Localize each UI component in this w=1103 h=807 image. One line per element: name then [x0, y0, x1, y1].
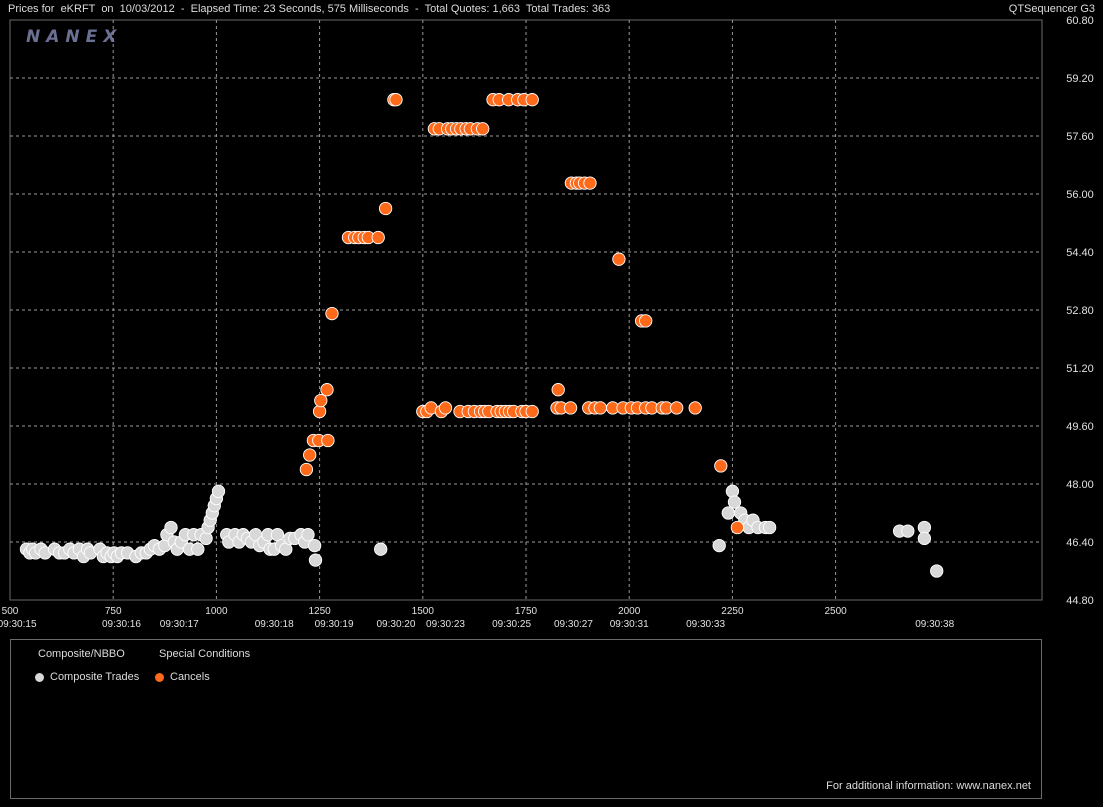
trade-point	[301, 528, 315, 542]
trade-point	[930, 564, 944, 578]
trade-point	[917, 531, 932, 546]
trade-point	[725, 484, 740, 498]
x-tick-label: 2500	[824, 606, 847, 617]
series-composite-trades	[19, 484, 944, 578]
time-label: 09:30:27	[554, 619, 593, 630]
time-label: 09:30:18	[255, 619, 294, 630]
trade-point	[721, 506, 735, 520]
trade-point	[211, 484, 226, 498]
trade-point	[307, 538, 322, 553]
x-tick-label: 2000	[618, 606, 641, 617]
cancel-point	[389, 93, 403, 107]
time-label: 09:30:23	[426, 619, 465, 630]
trade-point	[199, 531, 213, 546]
y-tick-label: 57.60	[1066, 131, 1094, 143]
cancel-point	[583, 176, 597, 190]
trade-point	[762, 520, 777, 535]
time-label: 09:30:38	[915, 619, 954, 630]
trade-point	[191, 542, 205, 556]
cancel-point	[378, 201, 393, 216]
y-tick-label: 49.60	[1066, 421, 1094, 433]
cancel-point	[299, 462, 314, 477]
cancel-point	[314, 393, 328, 408]
y-tick-label: 44.80	[1066, 595, 1094, 607]
time-label: 09:30:31	[610, 619, 649, 630]
cancel-point	[670, 401, 684, 415]
cancel-point	[321, 433, 335, 448]
trade-point	[308, 553, 323, 567]
price-chart: NANEX 60.80 59.20 57.60 56.00 54.40 52.80 51.2…	[0, 15, 1094, 630]
time-label: 09:30:19	[315, 619, 354, 630]
y-tick-label: 46.40	[1066, 537, 1094, 549]
time-label: 09:30:33	[686, 619, 725, 630]
y-tick-label: 48.00	[1066, 479, 1094, 491]
cancel-point	[714, 459, 728, 473]
legend-item-trades: Composite Trades	[35, 671, 139, 683]
x-tick-label: 1750	[515, 606, 538, 617]
cancel-point	[593, 401, 607, 415]
cancel-point	[688, 401, 702, 415]
x-tick-label: 1500	[412, 606, 435, 617]
legend-panel: Composite/NBBO Special Conditions Compos…	[10, 639, 1042, 799]
trade-point	[374, 542, 388, 556]
cancel-point	[525, 404, 539, 419]
cancel-point	[639, 314, 653, 328]
time-label: 09:30:16	[102, 619, 141, 630]
cancel-point	[730, 520, 745, 535]
series-cancels	[299, 93, 745, 535]
x-tick-label: 2250	[721, 606, 744, 617]
trade-point	[901, 524, 915, 538]
trade-point	[727, 495, 742, 509]
y-tick-label: 59.20	[1066, 73, 1094, 85]
cancel-point	[371, 230, 385, 245]
x-tick-label: 1250	[308, 606, 331, 617]
cancel-point	[325, 306, 339, 321]
legend-item-trades-label: Composite Trades	[50, 671, 140, 683]
trade-point	[712, 538, 726, 553]
cancel-point	[476, 122, 490, 136]
legend-heading-composite: Composite/NBBO	[38, 648, 125, 660]
cancel-point	[563, 401, 578, 415]
time-label: 09:30:20	[376, 619, 415, 630]
cancel-point	[551, 383, 565, 397]
legend-item-cancels-label: Cancels	[170, 671, 210, 683]
legend-item-cancels: Cancels	[155, 671, 210, 683]
x-tick-label: 500	[2, 606, 19, 617]
y-tick-label: 51.20	[1066, 363, 1094, 375]
y-tick-label: 60.80	[1066, 15, 1094, 27]
x-tick-label: 1000	[205, 606, 228, 617]
cancel-dot-icon	[155, 672, 164, 682]
cancel-point	[525, 93, 539, 107]
y-tick-label: 54.40	[1066, 247, 1094, 259]
x-tick-label: 750	[105, 606, 122, 617]
nanex-watermark: NANEX	[26, 27, 122, 47]
legend-heading-special: Special Conditions	[159, 648, 251, 660]
time-label: <09:30:15	[0, 619, 37, 630]
cancel-point	[612, 252, 626, 266]
cancel-point	[303, 448, 317, 462]
y-tick-label: 52.80	[1066, 305, 1094, 317]
cancel-point	[438, 401, 453, 415]
y-tick-label: 56.00	[1066, 189, 1094, 201]
cancel-point	[312, 404, 327, 419]
footer-note: For additional information: www.nanex.ne…	[826, 780, 1031, 792]
cancel-point	[320, 383, 334, 397]
grid-layer	[10, 20, 1042, 600]
trade-dot-icon	[35, 672, 44, 682]
time-label: 09:30:17	[160, 619, 199, 630]
trade-point	[164, 520, 178, 535]
time-label: 09:30:25	[492, 619, 531, 630]
